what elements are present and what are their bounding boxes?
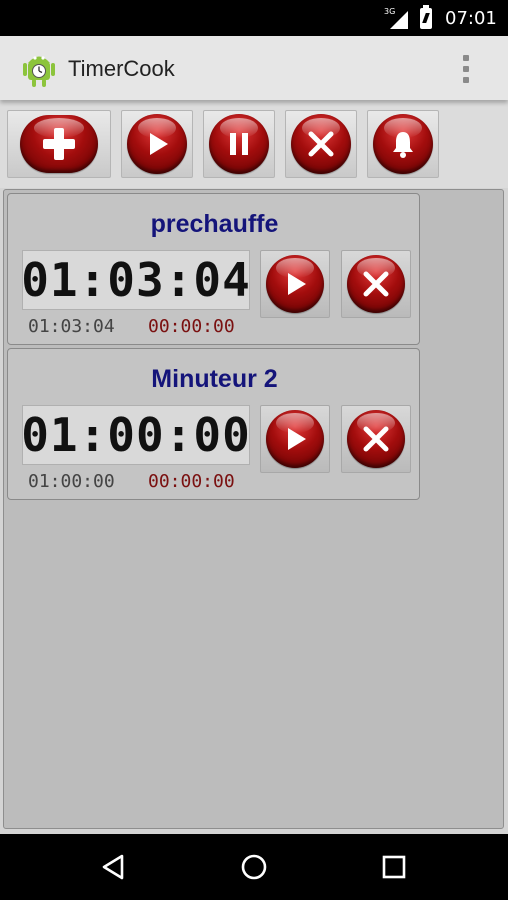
start-all-button[interactable] [121,110,193,178]
recents-icon[interactable] [379,852,409,882]
status-bar: 3G 07:01 [0,0,508,36]
close-icon [347,255,405,313]
app-title: TimerCook [68,56,175,81]
timer-title: Minuteur 2 [151,365,278,393]
timer-card: Minuteur 2 01:00:00 01:00:00 00:00:00 [7,348,420,500]
timer-elapsed: 00:00:00 [148,471,235,492]
toolbar [0,100,508,188]
timer-display: 01:00:00 [21,405,250,465]
overflow-menu-icon[interactable] [452,52,480,86]
close-icon [291,114,351,174]
timer-card: prechauffe 01:03:04 01:03:04 00:00:00 [7,193,420,345]
alarm-button[interactable] [367,110,439,178]
signal-icon [390,11,408,29]
app-logo-icon [23,56,55,87]
home-icon[interactable] [239,852,269,882]
timer-list: prechauffe 01:03:04 01:03:04 00:00:00 Mi… [3,189,504,829]
navigation-bar [0,834,508,900]
bell-icon [373,114,433,174]
timer-delete-button[interactable] [341,405,411,473]
timer-total: 01:00:00 [28,471,115,492]
timer-start-button[interactable] [260,405,330,473]
timer-delete-button[interactable] [341,250,411,318]
timer-title: prechauffe [150,210,279,238]
timer-total: 01:03:04 [28,316,115,337]
timer-start-button[interactable] [260,250,330,318]
battery-charging-icon [420,5,432,29]
play-icon [266,410,324,468]
plus-icon [20,115,98,173]
close-icon [347,410,405,468]
pause-all-button[interactable] [203,110,275,178]
back-icon[interactable] [98,852,128,882]
add-timer-button[interactable] [7,110,111,178]
app-bar: TimerCook [0,36,508,100]
timer-elapsed: 00:00:00 [148,316,235,337]
timer-display: 01:03:04 [21,250,250,310]
clock: 07:01 [445,8,497,29]
play-icon [266,255,324,313]
play-icon [127,114,187,174]
pause-icon [209,114,269,174]
cancel-all-button[interactable] [285,110,357,178]
